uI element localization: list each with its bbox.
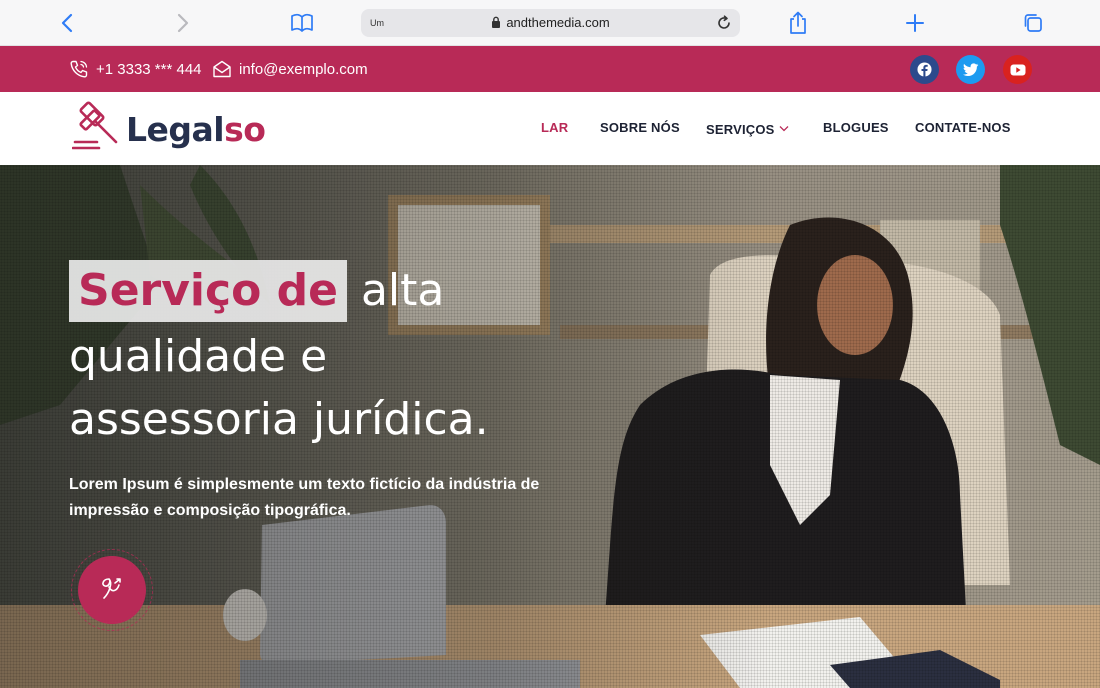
nav-item-contact[interactable]: CONTATE-NOS [915, 120, 1011, 135]
gavel-icon [71, 101, 122, 157]
new-tab-icon[interactable] [902, 10, 928, 36]
contact-bar: +1 3333 *** 444 info@exemplo.com [0, 46, 1100, 92]
nav-item-services-label: SERVIÇOS [706, 122, 775, 137]
email-address: info@exemplo.com [239, 60, 368, 78]
share-icon[interactable] [785, 10, 811, 36]
back-icon[interactable] [54, 10, 80, 36]
reload-icon[interactable] [714, 13, 734, 33]
phone-contact[interactable]: +1 3333 *** 444 [68, 58, 202, 80]
tabs-overview-icon[interactable] [1020, 10, 1046, 36]
twitter-icon[interactable] [956, 55, 985, 84]
nav-item-about[interactable]: SOBRE NÓS [600, 120, 680, 135]
email-contact[interactable]: info@exemplo.com [211, 58, 368, 80]
site-logo[interactable]: Legalso [71, 101, 266, 157]
phone-number: +1 3333 *** 444 [96, 60, 202, 78]
hero-banner: Serviço de alta qualidade e assessoria j… [0, 165, 1100, 688]
logo-text-primary: Legal [126, 109, 225, 149]
chevron-down-icon [779, 120, 789, 135]
browser-toolbar: Um andthemedia.com [0, 0, 1100, 46]
hero-subtitle: Lorem Ipsum é simplesmente um texto fict… [69, 476, 540, 519]
nav-item-home[interactable]: LAR [541, 120, 568, 135]
hero-headline-line3: assessoria jurídica. [69, 394, 489, 445]
youtube-icon[interactable] [1003, 55, 1032, 84]
bookmarks-icon[interactable] [289, 10, 315, 36]
hero-headline-line1: Serviço de alta [69, 260, 444, 322]
forward-icon[interactable] [170, 10, 196, 36]
facebook-icon[interactable] [910, 55, 939, 84]
phone-icon [68, 58, 90, 80]
hero-headline-line1-rest: alta [360, 265, 445, 316]
hero-highlight: Serviço de [69, 260, 347, 322]
signature-button[interactable] [78, 556, 146, 624]
logo-text-accent: so [224, 109, 266, 149]
site-header: Legalso LAR SOBRE NÓS SERVIÇOS BLOGUES C… [0, 92, 1100, 165]
envelope-icon [211, 58, 233, 80]
signature-icon [95, 573, 129, 607]
lock-icon [492, 16, 501, 28]
hero-headline-line2: qualidade e [69, 331, 328, 382]
url-text: andthemedia.com [506, 15, 610, 30]
nav-item-blog[interactable]: BLOGUES [823, 120, 889, 135]
nav-item-services[interactable]: SERVIÇOS [706, 120, 789, 137]
address-bar[interactable]: Um andthemedia.com [361, 9, 740, 37]
